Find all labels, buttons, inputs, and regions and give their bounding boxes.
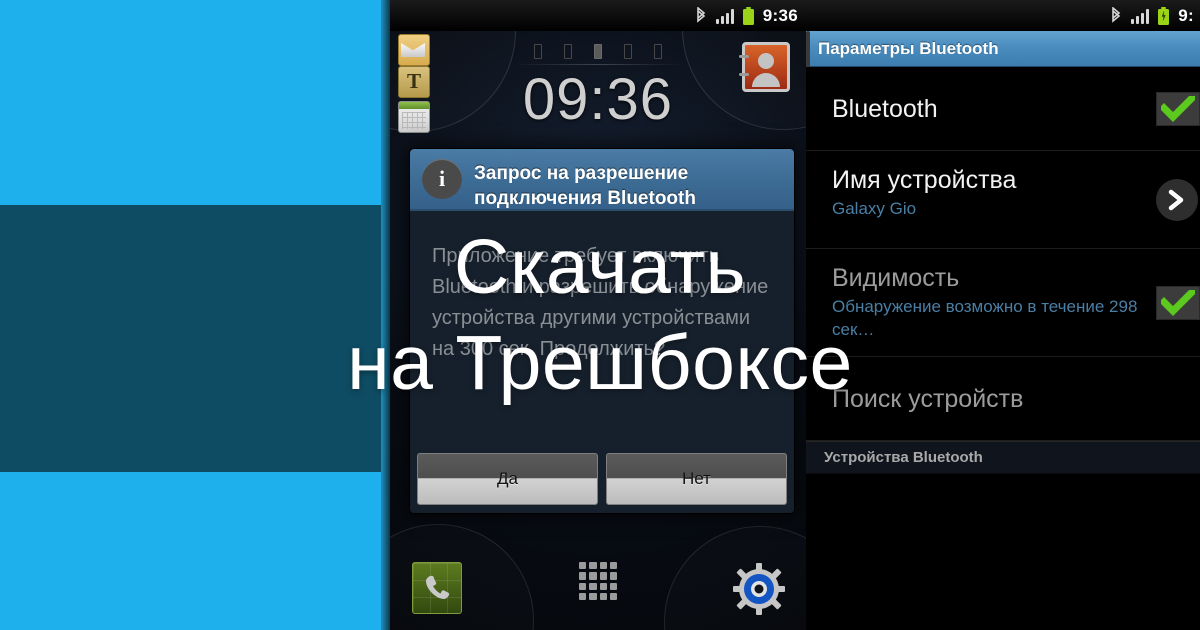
- page-dot[interactable]: [624, 44, 632, 59]
- brand-panel: [0, 0, 390, 630]
- check-icon: [1161, 95, 1195, 122]
- row-device-name[interactable]: Имя устройства Galaxy Gio: [806, 151, 1200, 249]
- settings-gear-icon[interactable]: [732, 562, 786, 616]
- row-subtitle: Обнаружение возможно в течение 298 сек…: [832, 297, 1138, 339]
- bluetooth-title-bar: Параметры Bluetooth: [806, 31, 1200, 67]
- row-scan-devices[interactable]: Поиск устройств: [806, 357, 1200, 441]
- page-title: Параметры Bluetooth: [818, 38, 999, 58]
- clock-divider: [512, 64, 684, 65]
- brand-band: [0, 205, 390, 472]
- app-drawer-icon[interactable]: [579, 562, 617, 600]
- dialog-title: Запрос на разрешение подключения Bluetoo…: [474, 163, 696, 209]
- home-status-bar: 9:36: [390, 0, 806, 31]
- dialog-title-bar: i Запрос на разрешение подключения Bluet…: [410, 149, 794, 211]
- dialog-buttons: Да Нет: [410, 447, 794, 513]
- battery-icon: [742, 6, 754, 25]
- check-icon: [1161, 289, 1195, 316]
- signal-bars-icon: [715, 8, 734, 24]
- row-visibility[interactable]: Видимость Обнаружение возможно в течение…: [806, 249, 1200, 357]
- page-dot[interactable]: [564, 44, 572, 59]
- row-title: Видимость: [832, 264, 960, 292]
- row-subtitle: Galaxy Gio: [832, 199, 917, 218]
- panel-divider: [381, 0, 390, 630]
- page-dot[interactable]: [654, 44, 662, 59]
- row-title: Bluetooth: [832, 94, 938, 123]
- page-dot[interactable]: [534, 44, 542, 59]
- battery-charging-icon: [1158, 6, 1170, 25]
- row-title: Поиск устройств: [832, 384, 1024, 413]
- page-indicator: [390, 44, 806, 59]
- info-icon: i: [422, 159, 462, 199]
- signal-bars-icon: [1131, 8, 1150, 24]
- no-button[interactable]: Нет: [606, 453, 787, 505]
- section-header-bluetooth-devices: Устройства Bluetooth: [806, 441, 1200, 474]
- bluetooth-icon: [1110, 6, 1122, 25]
- bluetooth-permission-dialog: i Запрос на разрешение подключения Bluet…: [409, 148, 795, 514]
- yes-button[interactable]: Да: [417, 453, 598, 505]
- clock-time: 09:36: [522, 67, 674, 132]
- bluetooth-status-bar: 9:: [806, 0, 1200, 31]
- chevron-right-icon[interactable]: [1156, 178, 1198, 221]
- row-bluetooth-toggle[interactable]: Bluetooth: [806, 67, 1200, 151]
- checkbox-checked[interactable]: [1156, 91, 1200, 126]
- page-dot-active[interactable]: [594, 44, 602, 59]
- bluetooth-settings-screen: 9: Параметры Bluetooth Bluetooth Имя уст…: [806, 0, 1200, 630]
- screenshot-root: 9:36 T 09:36 i Запрос на разрешение подк…: [0, 0, 1200, 630]
- status-bar-clock: 9:36: [762, 5, 798, 25]
- bluetooth-icon: [695, 6, 707, 25]
- phone-handset-glyph: [426, 575, 450, 599]
- phone-icon[interactable]: [412, 562, 462, 614]
- clock-widget[interactable]: 09:36: [390, 64, 806, 131]
- row-title: Имя устройства: [832, 166, 1017, 194]
- dialog-message: Приложение требует включить Bluetooth и …: [432, 245, 769, 360]
- checkbox-checked[interactable]: [1156, 285, 1200, 320]
- home-dock: [390, 524, 806, 630]
- status-bar-clock: 9:: [1178, 5, 1194, 25]
